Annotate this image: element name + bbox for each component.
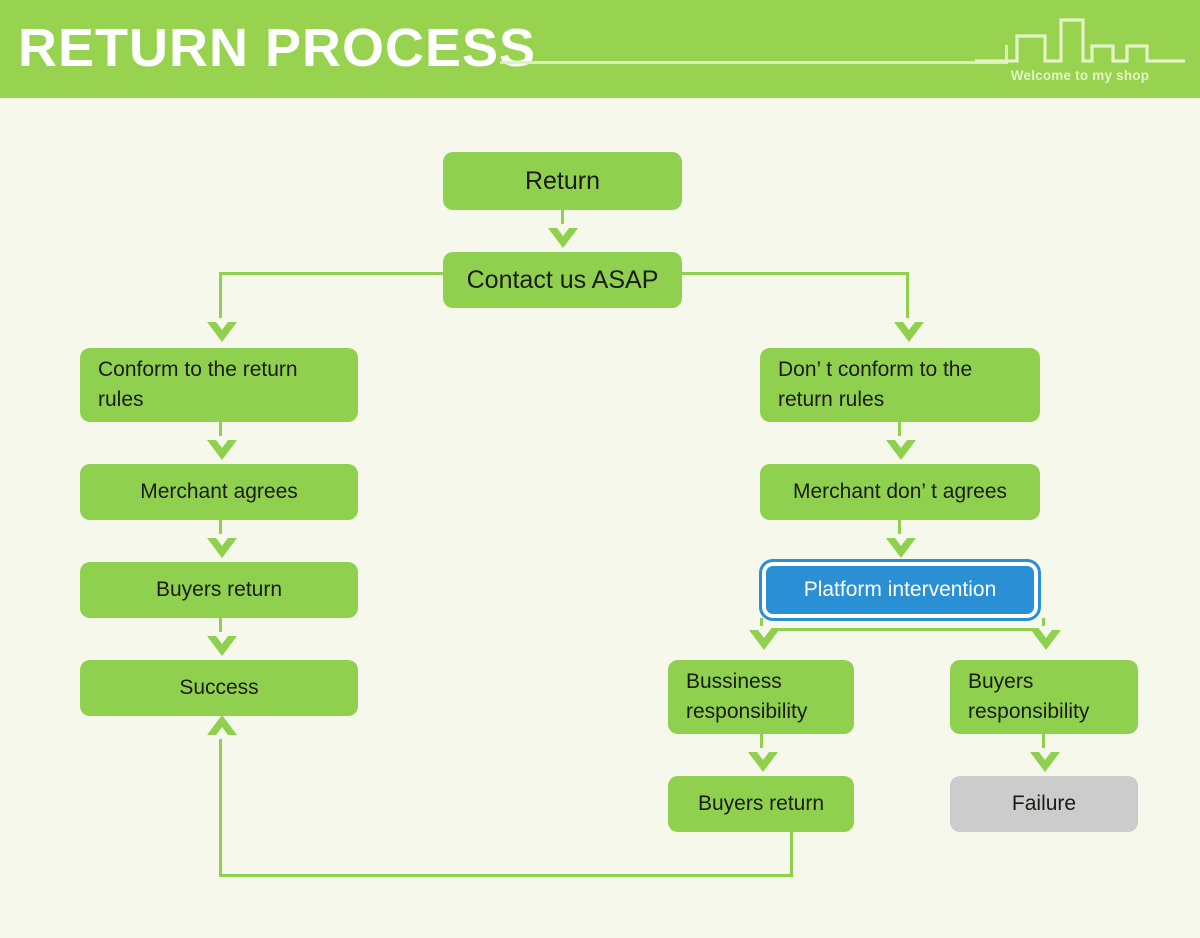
title-underline-rule xyxy=(500,61,1008,64)
connector-loopback-h xyxy=(219,874,793,877)
logo-caption: Welcome to my shop xyxy=(1010,68,1150,83)
node-contact-us-asap-label: Contact us ASAP xyxy=(466,266,659,294)
node-dont-conform-to-return-rules-label: Don’ t conform to the return rules xyxy=(778,358,973,411)
arrowhead-merchant-agrees-to-buyers-return xyxy=(207,534,237,558)
node-merchant-agrees[interactable]: Merchant agrees xyxy=(80,464,358,520)
node-dont-conform-to-return-rules[interactable]: Don’ t conform to the return rules xyxy=(760,348,1040,422)
arrowhead-buyers-resp-to-failure xyxy=(1030,748,1060,772)
connector-loopback-right-v xyxy=(790,832,793,877)
arrowhead-business-resp-to-buyers-return xyxy=(748,748,778,772)
arrowhead-contact-to-not-conform xyxy=(894,318,924,342)
node-contact-us-asap[interactable]: Contact us ASAP xyxy=(443,252,682,308)
node-failure-label: Failure xyxy=(1011,792,1077,815)
connector-platform-split-h xyxy=(760,628,1045,631)
node-bussiness-responsibility[interactable]: Bussiness responsibility xyxy=(668,660,854,734)
arrowhead-not-conform-to-merchant-disagree xyxy=(886,436,916,460)
node-success[interactable]: Success xyxy=(80,660,358,716)
node-conform-to-return-rules[interactable]: Conform to the return rules xyxy=(80,348,358,422)
node-return[interactable]: Return xyxy=(443,152,682,210)
node-success-label: Success xyxy=(179,676,259,699)
node-buyers-responsibility-label: Buyers responsibility xyxy=(968,670,1090,723)
node-return-label: Return xyxy=(524,167,601,195)
arrowhead-conform-to-merchant-agrees xyxy=(207,436,237,460)
header-band: RETURN PROCESS Welcome to my shop xyxy=(0,0,1200,98)
node-failure[interactable]: Failure xyxy=(950,776,1138,832)
node-platform-intervention-label: Platform intervention xyxy=(803,578,997,601)
arrowhead-platform-to-buyers-resp xyxy=(1031,626,1061,650)
arrowhead-return-to-contact xyxy=(548,224,578,248)
arrowhead-merchant-disagree-to-platform xyxy=(886,534,916,558)
node-buyers-return-right-label: Buyers return xyxy=(697,792,825,815)
node-bussiness-responsibility-label: Bussiness responsibility xyxy=(686,670,808,723)
node-platform-intervention[interactable]: Platform intervention xyxy=(759,559,1041,621)
city-skyline-icon xyxy=(975,18,1185,63)
node-buyers-return-left[interactable]: Buyers return xyxy=(80,562,358,618)
connector-loopback-left-v xyxy=(219,735,222,875)
node-merchant-dont-agrees-label: Merchant don’ t agrees xyxy=(792,480,1007,503)
node-buyers-responsibility[interactable]: Buyers responsibility xyxy=(950,660,1138,734)
page-title: RETURN PROCESS xyxy=(18,18,537,78)
node-buyers-return-right[interactable]: Buyers return xyxy=(668,776,854,832)
node-buyers-return-left-label: Buyers return xyxy=(155,578,283,601)
node-merchant-dont-agrees[interactable]: Merchant don’ t agrees xyxy=(760,464,1040,520)
flowchart-canvas: RETURN PROCESS Welcome to my shop Return… xyxy=(0,0,1200,938)
arrowhead-loopback-to-success xyxy=(207,715,237,739)
arrowhead-contact-to-conform xyxy=(207,318,237,342)
arrowhead-buyers-return-to-success xyxy=(207,632,237,656)
arrowhead-platform-to-business-resp xyxy=(749,626,779,650)
node-merchant-agrees-label: Merchant agrees xyxy=(140,480,298,503)
node-conform-to-return-rules-label: Conform to the return rules xyxy=(98,358,298,411)
